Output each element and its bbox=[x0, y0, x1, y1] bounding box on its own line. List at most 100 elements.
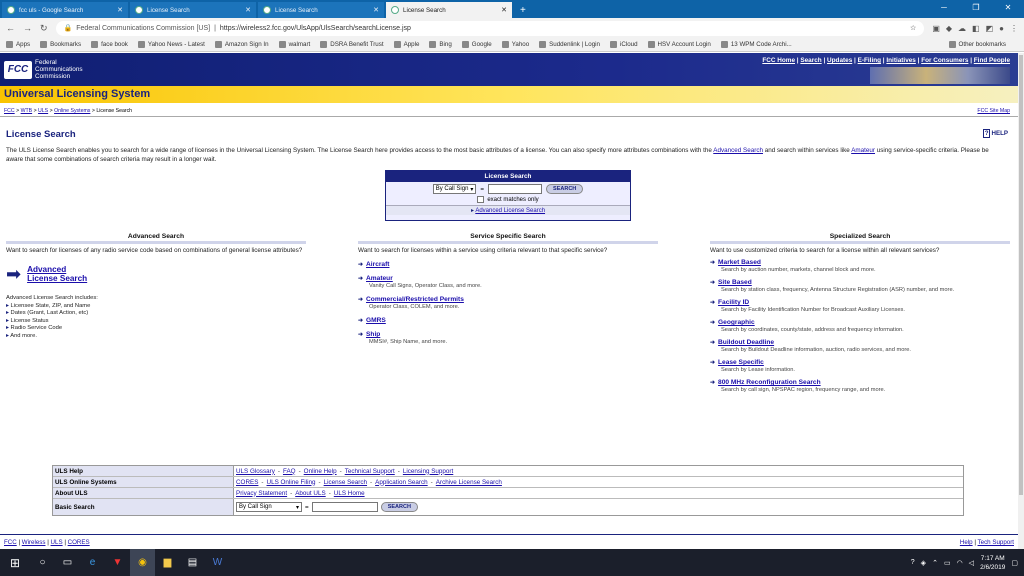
bookmark-item[interactable]: DSRA Benefit Trust bbox=[320, 41, 384, 48]
chrome-icon[interactable]: ◉ bbox=[130, 549, 155, 576]
extension-icon[interactable]: ▣ bbox=[932, 24, 940, 33]
scrollbar-thumb[interactable] bbox=[1019, 55, 1023, 495]
close-window-icon[interactable]: ✕ bbox=[992, 0, 1024, 16]
uls-home-link[interactable]: ULS Home bbox=[334, 490, 365, 497]
bookmark-item[interactable]: Bookmarks bbox=[40, 41, 81, 48]
exact-matches-checkbox[interactable] bbox=[477, 196, 485, 203]
site-based-link[interactable]: Site Based bbox=[718, 279, 752, 286]
bookmark-item[interactable]: Yahoo News - Latest bbox=[137, 41, 205, 48]
bookmark-item[interactable]: Bing bbox=[429, 41, 452, 48]
shield-icon[interactable]: ◈ bbox=[921, 559, 926, 567]
bottom-uls-link[interactable]: ULS bbox=[51, 539, 63, 546]
search-type-select[interactable]: By Call Sign ▾ bbox=[432, 184, 477, 194]
nav-efiling[interactable]: E-Filing bbox=[858, 57, 881, 64]
bottom-cores-link[interactable]: CORES bbox=[68, 539, 90, 546]
amateur-link[interactable]: Amateur bbox=[851, 147, 875, 154]
other-bookmarks[interactable]: Other bookmarks bbox=[948, 41, 1006, 48]
wifi-icon[interactable]: ◠ bbox=[957, 559, 963, 567]
profile-icon[interactable]: ● bbox=[999, 24, 1004, 33]
battery-icon[interactable]: ▭ bbox=[944, 559, 951, 567]
basic-search-button[interactable]: SEARCH bbox=[380, 502, 418, 512]
star-icon[interactable]: ☆ bbox=[910, 24, 916, 32]
online-help-link[interactable]: Online Help bbox=[304, 468, 337, 475]
site-map-link[interactable]: FCC Site Map bbox=[977, 106, 1010, 117]
advanced-search-link[interactable]: Advanced Search bbox=[713, 147, 763, 154]
service-amateur-link[interactable]: Amateur bbox=[366, 275, 393, 282]
technical-support-link[interactable]: Technical Support bbox=[345, 468, 395, 475]
bookmark-item[interactable]: Amazon Sign In bbox=[214, 41, 269, 48]
800mhz-reconfig-link[interactable]: 800 MHz Reconfiguration Search bbox=[718, 379, 821, 386]
bookmark-item[interactable]: Suddenlink | Login bbox=[539, 41, 600, 48]
nav-find-people[interactable]: Find People bbox=[974, 57, 1010, 64]
advanced-license-search-link[interactable]: Advanced License Search bbox=[475, 208, 545, 214]
chevron-up-icon[interactable]: ⌃ bbox=[932, 559, 938, 567]
forward-icon[interactable]: → bbox=[23, 23, 32, 33]
service-commercial-link[interactable]: Commercial/Restricted Permits bbox=[366, 296, 464, 303]
bookmark-item[interactable]: Google bbox=[461, 41, 492, 48]
notifications-icon[interactable]: ▢ bbox=[1011, 559, 1018, 567]
bookmark-item[interactable]: 13 WPM Code Archi... bbox=[720, 41, 792, 48]
bookmark-item[interactable]: iCloud bbox=[609, 41, 638, 48]
clock[interactable]: 7:17 AM 2/6/2019 bbox=[980, 554, 1005, 572]
license-search-link[interactable]: License Search bbox=[324, 479, 367, 486]
buildout-deadline-link[interactable]: Buildout Deadline bbox=[718, 339, 774, 346]
close-tab-icon[interactable]: ✕ bbox=[245, 6, 251, 14]
privacy-statement-link[interactable]: Privacy Statement bbox=[236, 490, 287, 497]
word-icon[interactable]: W bbox=[205, 549, 230, 576]
about-uls-link[interactable]: About ULS bbox=[295, 490, 325, 497]
back-icon[interactable]: ← bbox=[6, 23, 15, 33]
bookmark-item[interactable]: Yahoo bbox=[501, 41, 529, 48]
minimize-icon[interactable]: ─ bbox=[928, 0, 960, 16]
facility-id-link[interactable]: Facility ID bbox=[718, 299, 749, 306]
lease-specific-link[interactable]: Lease Specific bbox=[718, 359, 764, 366]
uls-glossary-link[interactable]: ULS Glossary bbox=[236, 468, 275, 475]
nav-fcc-home[interactable]: FCC Home bbox=[762, 57, 795, 64]
licensing-support-link[interactable]: Licensing Support bbox=[403, 468, 453, 475]
bottom-tech-support-link[interactable]: Tech Support bbox=[978, 539, 1014, 546]
breadcrumb-wtb[interactable]: WTB bbox=[21, 108, 33, 114]
bottom-wireless-link[interactable]: Wireless bbox=[22, 539, 46, 546]
market-based-link[interactable]: Market Based bbox=[718, 259, 761, 266]
windows-start-icon[interactable]: ⊞ bbox=[0, 556, 30, 570]
advanced-license-search-big-link[interactable]: Advanced License Search bbox=[27, 265, 97, 283]
menu-icon[interactable]: ⋮ bbox=[1010, 24, 1018, 33]
application-search-link[interactable]: Application Search bbox=[375, 479, 428, 486]
browser-tab-3[interactable]: License Search ✕ bbox=[258, 2, 384, 18]
nav-search[interactable]: Search bbox=[800, 57, 821, 64]
service-aircraft-link[interactable]: Aircraft bbox=[366, 261, 389, 268]
breadcrumb-online-systems[interactable]: Online Systems bbox=[54, 108, 90, 114]
search-icon[interactable]: ○ bbox=[30, 549, 55, 576]
reload-icon[interactable]: ↻ bbox=[40, 23, 48, 34]
bookmark-item[interactable]: walmart bbox=[278, 41, 310, 48]
help-tray-icon[interactable]: ? bbox=[911, 559, 915, 566]
nav-initiatives[interactable]: Initiatives bbox=[886, 57, 915, 64]
browser-tab-1[interactable]: fcc uls - Google Search ✕ bbox=[2, 2, 128, 18]
help-button[interactable]: ? HELP bbox=[982, 129, 1008, 138]
bookmark-item[interactable]: face book bbox=[91, 41, 128, 48]
fcc-logo[interactable]: FCC Federal Communications Commission bbox=[4, 59, 83, 80]
basic-search-input[interactable] bbox=[311, 502, 378, 512]
volume-icon[interactable]: ◁ bbox=[969, 559, 974, 567]
file-explorer-icon[interactable]: ▆ bbox=[155, 549, 180, 576]
edge-icon[interactable]: e bbox=[80, 549, 105, 576]
search-button[interactable]: SEARCH bbox=[546, 184, 584, 194]
maximize-icon[interactable]: ❐ bbox=[960, 0, 992, 16]
bookmark-item[interactable]: Apps bbox=[6, 41, 30, 48]
bookmark-item[interactable]: HSV Account Login bbox=[647, 41, 711, 48]
extension-icon[interactable]: ◧ bbox=[972, 24, 980, 33]
bottom-fcc-link[interactable]: FCC bbox=[4, 539, 17, 546]
mcafee-icon[interactable]: ▼ bbox=[105, 549, 130, 576]
archive-license-search-link[interactable]: Archive License Search bbox=[436, 479, 502, 486]
new-tab-button[interactable]: + bbox=[512, 2, 534, 18]
vertical-scrollbar[interactable] bbox=[1018, 53, 1024, 549]
call-sign-input[interactable] bbox=[488, 184, 543, 194]
task-view-icon[interactable]: ▭ bbox=[55, 549, 80, 576]
bookmark-item[interactable]: Apple bbox=[393, 41, 419, 48]
close-tab-icon[interactable]: ✕ bbox=[117, 6, 123, 14]
browser-tab-4[interactable]: License Search ✕ bbox=[386, 2, 512, 18]
geographic-link[interactable]: Geographic bbox=[718, 319, 755, 326]
cores-link[interactable]: CORES bbox=[236, 479, 258, 486]
breadcrumb-fcc[interactable]: FCC bbox=[4, 108, 15, 114]
close-tab-icon[interactable]: ✕ bbox=[501, 6, 507, 14]
service-ship-link[interactable]: Ship bbox=[366, 331, 380, 338]
